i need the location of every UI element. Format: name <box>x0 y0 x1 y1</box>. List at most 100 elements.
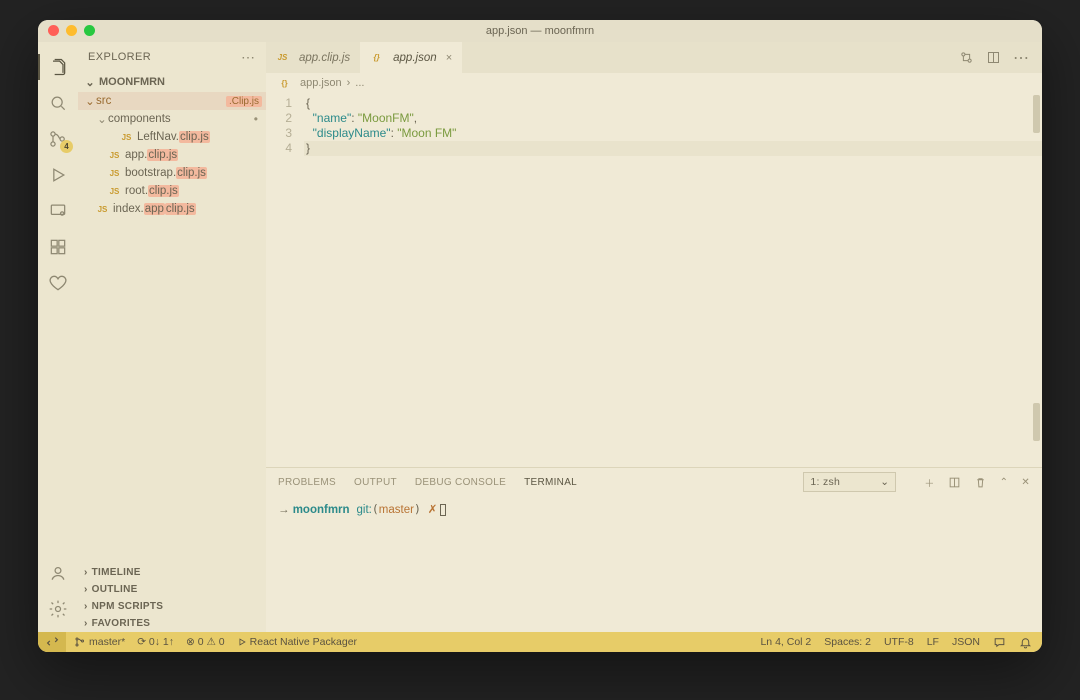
explorer-header: EXPLORER ⋯ <box>78 42 266 72</box>
status-problems[interactable]: ⊗ 0 ⚠ 0 <box>186 636 225 648</box>
chevron-down-icon: ⌄ <box>84 94 96 108</box>
remote-activity-icon[interactable] <box>38 194 78 228</box>
js-file-icon: JS <box>108 149 121 162</box>
chevron-right-icon: › <box>84 601 88 612</box>
file-root[interactable]: JS root.clip.js <box>78 182 266 200</box>
file-name-highlight: app <box>144 203 165 215</box>
sidebar-section-favorites[interactable]: ›FAVORITES <box>78 615 266 632</box>
file-bootstrap[interactable]: JS bootstrap.clip.js <box>78 164 266 182</box>
kill-terminal-icon[interactable] <box>974 476 987 489</box>
activity-bar: 4 <box>38 42 78 632</box>
chevron-down-icon: ⌄ <box>880 476 889 488</box>
status-encoding[interactable]: UTF-8 <box>884 636 914 648</box>
sidebar-section-timeline[interactable]: ›TIMELINE <box>78 564 266 581</box>
json-file-icon: {} <box>370 51 383 64</box>
file-app[interactable]: JS app.clip.js <box>78 146 266 164</box>
js-file-icon: JS <box>120 131 133 144</box>
tab-label: app.json <box>393 52 436 64</box>
folder-label: src <box>96 95 111 107</box>
sidebar-section-outline[interactable]: ›OUTLINE <box>78 581 266 598</box>
close-window-icon[interactable] <box>48 25 59 36</box>
tab-app-json[interactable]: {} app.json × <box>360 42 462 73</box>
js-file-icon: JS <box>108 185 121 198</box>
scm-badge: 4 <box>60 140 73 153</box>
status-sync[interactable]: ⟳ 0↓ 1↑ <box>137 636 174 648</box>
tab-app-clip-js[interactable]: JS app.clip.js <box>266 42 360 73</box>
main-area: 4 <box>38 42 1042 632</box>
status-bell-icon[interactable] <box>1019 636 1032 649</box>
code-content: { "name": "MoonFM", "displayName": "Moon… <box>304 93 1042 467</box>
tab-label: app.clip.js <box>299 52 350 64</box>
run-debug-activity-icon[interactable] <box>38 158 78 192</box>
src-ext-badge: .Clip.js <box>226 96 262 107</box>
search-activity-icon[interactable] <box>38 86 78 120</box>
status-language[interactable]: JSON <box>952 636 980 648</box>
traffic-lights <box>48 25 95 36</box>
file-name-highlight: clip.js <box>165 203 196 215</box>
split-editor-icon[interactable] <box>986 50 1001 65</box>
line-gutter: 1234 <box>266 93 304 467</box>
maximize-panel-icon[interactable]: ⌃ <box>1000 477 1009 488</box>
status-feedback-icon[interactable] <box>993 636 1006 649</box>
file-name-highlight: clip.js <box>147 149 178 161</box>
sidebar-sections: ›TIMELINE ›OUTLINE ›NPM SCRIPTS ›FAVORIT… <box>78 564 266 632</box>
status-line-col[interactable]: Ln 4, Col 2 <box>760 636 811 648</box>
status-packager[interactable]: React Native Packager <box>237 636 357 648</box>
explorer-title: EXPLORER <box>88 51 151 63</box>
modified-dot-icon: • <box>254 112 258 126</box>
editor-actions: ⋯ <box>959 42 1042 73</box>
folder-components[interactable]: ⌄ components • <box>78 110 266 128</box>
breadcrumb-file: app.json <box>300 77 342 89</box>
file-name-highlight: clip.js <box>176 167 207 179</box>
panel-tab-problems[interactable]: PROBLEMS <box>278 477 336 488</box>
panel-tab-terminal[interactable]: TERMINAL <box>524 477 577 488</box>
tab-bar: JS app.clip.js {} app.json × ⋯ <box>266 42 1042 73</box>
panel-tab-output[interactable]: OUTPUT <box>354 477 397 488</box>
new-terminal-icon[interactable]: ＋ <box>924 475 934 490</box>
status-indent[interactable]: Spaces: 2 <box>824 636 871 648</box>
breadcrumb[interactable]: {} app.json › ... <box>266 73 1042 93</box>
terminal-selector[interactable]: 1: zsh ⌄ <box>803 472 896 492</box>
status-eol[interactable]: LF <box>927 636 939 648</box>
file-tree: ⌄ src .Clip.js ⌄ components • JS LeftNav… <box>78 92 266 218</box>
sidebar-section-npm[interactable]: ›NPM SCRIPTS <box>78 598 266 615</box>
accounts-icon[interactable] <box>38 556 78 590</box>
code-editor[interactable]: 1234 { "name": "MoonFM", "displayName": … <box>266 93 1042 467</box>
split-terminal-icon[interactable] <box>948 476 961 489</box>
explorer-more-icon[interactable]: ⋯ <box>241 49 256 66</box>
panel-tabs: PROBLEMS OUTPUT DEBUG CONSOLE TERMINAL 1… <box>266 468 1042 496</box>
js-file-icon: JS <box>108 167 121 180</box>
source-control-activity-icon[interactable]: 4 <box>38 122 78 156</box>
project-root[interactable]: ⌄ MOONFMRN <box>78 72 266 92</box>
minimap-scrollbar[interactable] <box>1030 93 1042 467</box>
file-name-part: index. <box>113 203 144 215</box>
file-leftnav[interactable]: JS LeftNav.clip.js <box>78 128 266 146</box>
file-name-part: root. <box>125 185 148 197</box>
extensions-activity-icon[interactable] <box>38 230 78 264</box>
tab-close-icon[interactable]: × <box>446 52 452 64</box>
chevron-right-icon: › <box>84 584 88 595</box>
close-panel-icon[interactable]: ✕ <box>1021 477 1030 488</box>
minimize-window-icon[interactable] <box>66 25 77 36</box>
status-branch[interactable]: master* <box>74 636 125 648</box>
favorites-activity-icon[interactable] <box>38 266 78 300</box>
folder-label: components <box>108 113 171 125</box>
js-file-icon: JS <box>96 203 109 216</box>
zoom-window-icon[interactable] <box>84 25 95 36</box>
chevron-right-icon: › <box>84 567 88 578</box>
project-name: MOONFMRN <box>99 76 165 88</box>
file-name-highlight: clip.js <box>179 131 210 143</box>
file-index[interactable]: JS index.appclip.js <box>78 200 266 218</box>
panel-tab-debug[interactable]: DEBUG CONSOLE <box>415 477 506 488</box>
compare-changes-icon[interactable] <box>959 50 974 65</box>
settings-gear-icon[interactable] <box>38 592 78 626</box>
bottom-panel: PROBLEMS OUTPUT DEBUG CONSOLE TERMINAL 1… <box>266 467 1042 632</box>
file-name-part: LeftNav. <box>137 131 179 143</box>
remote-indicator[interactable] <box>38 632 66 652</box>
folder-src[interactable]: ⌄ src .Clip.js <box>78 92 266 110</box>
window-title: app.json — moonfmrn <box>486 25 594 37</box>
editor-more-icon[interactable]: ⋯ <box>1013 48 1030 68</box>
explorer-sidebar: EXPLORER ⋯ ⌄ MOONFMRN ⌄ src .Clip.js ⌄ c… <box>78 42 266 632</box>
terminal-body[interactable]: → moonfmrn git:(master) ✗ <box>266 496 1042 632</box>
explorer-activity-icon[interactable] <box>38 50 78 84</box>
